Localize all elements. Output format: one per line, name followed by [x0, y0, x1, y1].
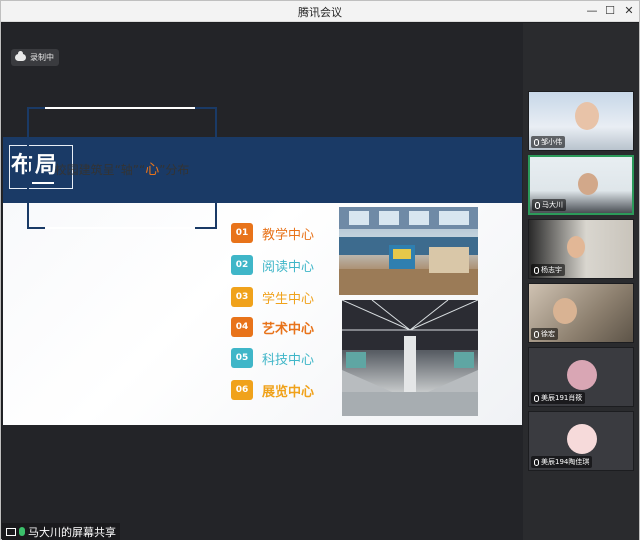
participant-face: [553, 298, 577, 324]
participant-name: 马大川: [542, 201, 563, 209]
heart-char: 心: [145, 162, 160, 178]
list-item: 03 学生中心: [231, 287, 314, 307]
hall-illustration: [342, 300, 478, 416]
layout-description: 校园建筑呈“轴”“心”分布: [27, 159, 217, 179]
recording-label: 录制中: [30, 53, 54, 62]
participant-tile[interactable]: 美辰191肖筱: [528, 347, 634, 407]
participant-name-tag: 美辰194陶佳琪: [531, 456, 593, 468]
participant-face: [567, 236, 585, 258]
participant-name-tag: 美辰191肖筱: [531, 392, 586, 404]
participant-tile[interactable]: 马大川: [528, 155, 634, 215]
mic-icon: [534, 330, 539, 338]
list-item: 02 阅读中心: [231, 255, 314, 275]
exhibition-hall-photo: [342, 300, 478, 416]
participant-name-tag: 徐宏: [531, 328, 558, 340]
participant-name: 邹小伟: [541, 138, 562, 146]
item-number-badge: 05: [231, 348, 253, 368]
layout-description-suffix: ”分布: [159, 163, 190, 177]
mic-icon: [19, 527, 25, 536]
library-photo: [339, 207, 478, 295]
library-illustration: [339, 207, 478, 295]
item-label: 艺术中心: [262, 321, 315, 337]
participant-avatar: [567, 424, 597, 454]
window-title: 腾讯会议: [298, 6, 342, 19]
mic-icon: [535, 201, 540, 209]
item-number-badge: 04: [231, 317, 253, 337]
participant-name-tag: 邹小伟: [531, 136, 565, 148]
participant-tile[interactable]: 美辰194陶佳琪: [528, 411, 634, 471]
layout-frame: 校园建筑呈“轴”“心”分布: [27, 107, 217, 229]
list-item: 04 艺术中心: [231, 317, 314, 337]
screen-share-icon: [6, 527, 16, 536]
participant-name: 徐宏: [541, 330, 555, 338]
participant-name-tag: 马大川: [532, 199, 566, 211]
list-item: 05 科技中心: [231, 348, 314, 368]
participant-tile[interactable]: 徐宏: [528, 283, 634, 343]
participant-face: [578, 173, 598, 195]
cloud-icon: [15, 51, 26, 61]
close-icon[interactable]: ✕: [618, 3, 640, 19]
screen-share-indicator[interactable]: 马大川的屏幕共享: [2, 523, 120, 540]
mic-icon: [534, 458, 539, 466]
frame-bottom-gap: [45, 227, 195, 229]
participant-name: 杨志宇: [541, 266, 562, 274]
mic-icon: [534, 266, 539, 274]
item-label: 展览中心: [262, 384, 315, 400]
mic-icon: [534, 394, 539, 402]
layout-description-prefix: 校园建筑呈“轴”“: [54, 163, 146, 177]
item-label: 阅读中心: [262, 259, 315, 275]
mic-icon: [534, 138, 539, 146]
item-number-badge: 03: [231, 287, 253, 307]
list-item: 06 展览中心: [231, 380, 314, 400]
participant-face: [575, 102, 599, 130]
item-number-badge: 02: [231, 255, 253, 275]
participant-tile[interactable]: 邹小伟: [528, 91, 634, 151]
item-label: 教学中心: [262, 227, 315, 243]
list-item: 01 教学中心: [231, 223, 314, 243]
meeting-window: 腾讯会议 — ☐ ✕ 录制中 布局 校园建筑呈“轴”“心”分布 01 教学中心: [0, 0, 640, 540]
screen-share-label: 马大川的屏幕共享: [28, 525, 116, 539]
recording-badge[interactable]: 录制中: [11, 49, 59, 66]
frame-top-gap: [45, 107, 195, 109]
participant-tile[interactable]: 杨志宇: [528, 219, 634, 279]
participant-name-tag: 杨志宇: [531, 264, 565, 276]
title-bar: 腾讯会议 — ☐ ✕: [1, 1, 639, 22]
participant-sidebar: 邹小伟 马大川 杨志宇 徐宏 美辰191肖筱 美辰194陶佳琪: [523, 23, 639, 540]
item-number-badge: 01: [231, 223, 253, 243]
item-label: 学生中心: [262, 291, 315, 307]
participant-name: 美辰194陶佳琪: [541, 458, 590, 466]
participant-avatar: [567, 360, 597, 390]
item-label: 科技中心: [262, 352, 315, 368]
participant-name: 美辰191肖筱: [541, 394, 583, 402]
item-number-badge: 06: [231, 380, 253, 400]
